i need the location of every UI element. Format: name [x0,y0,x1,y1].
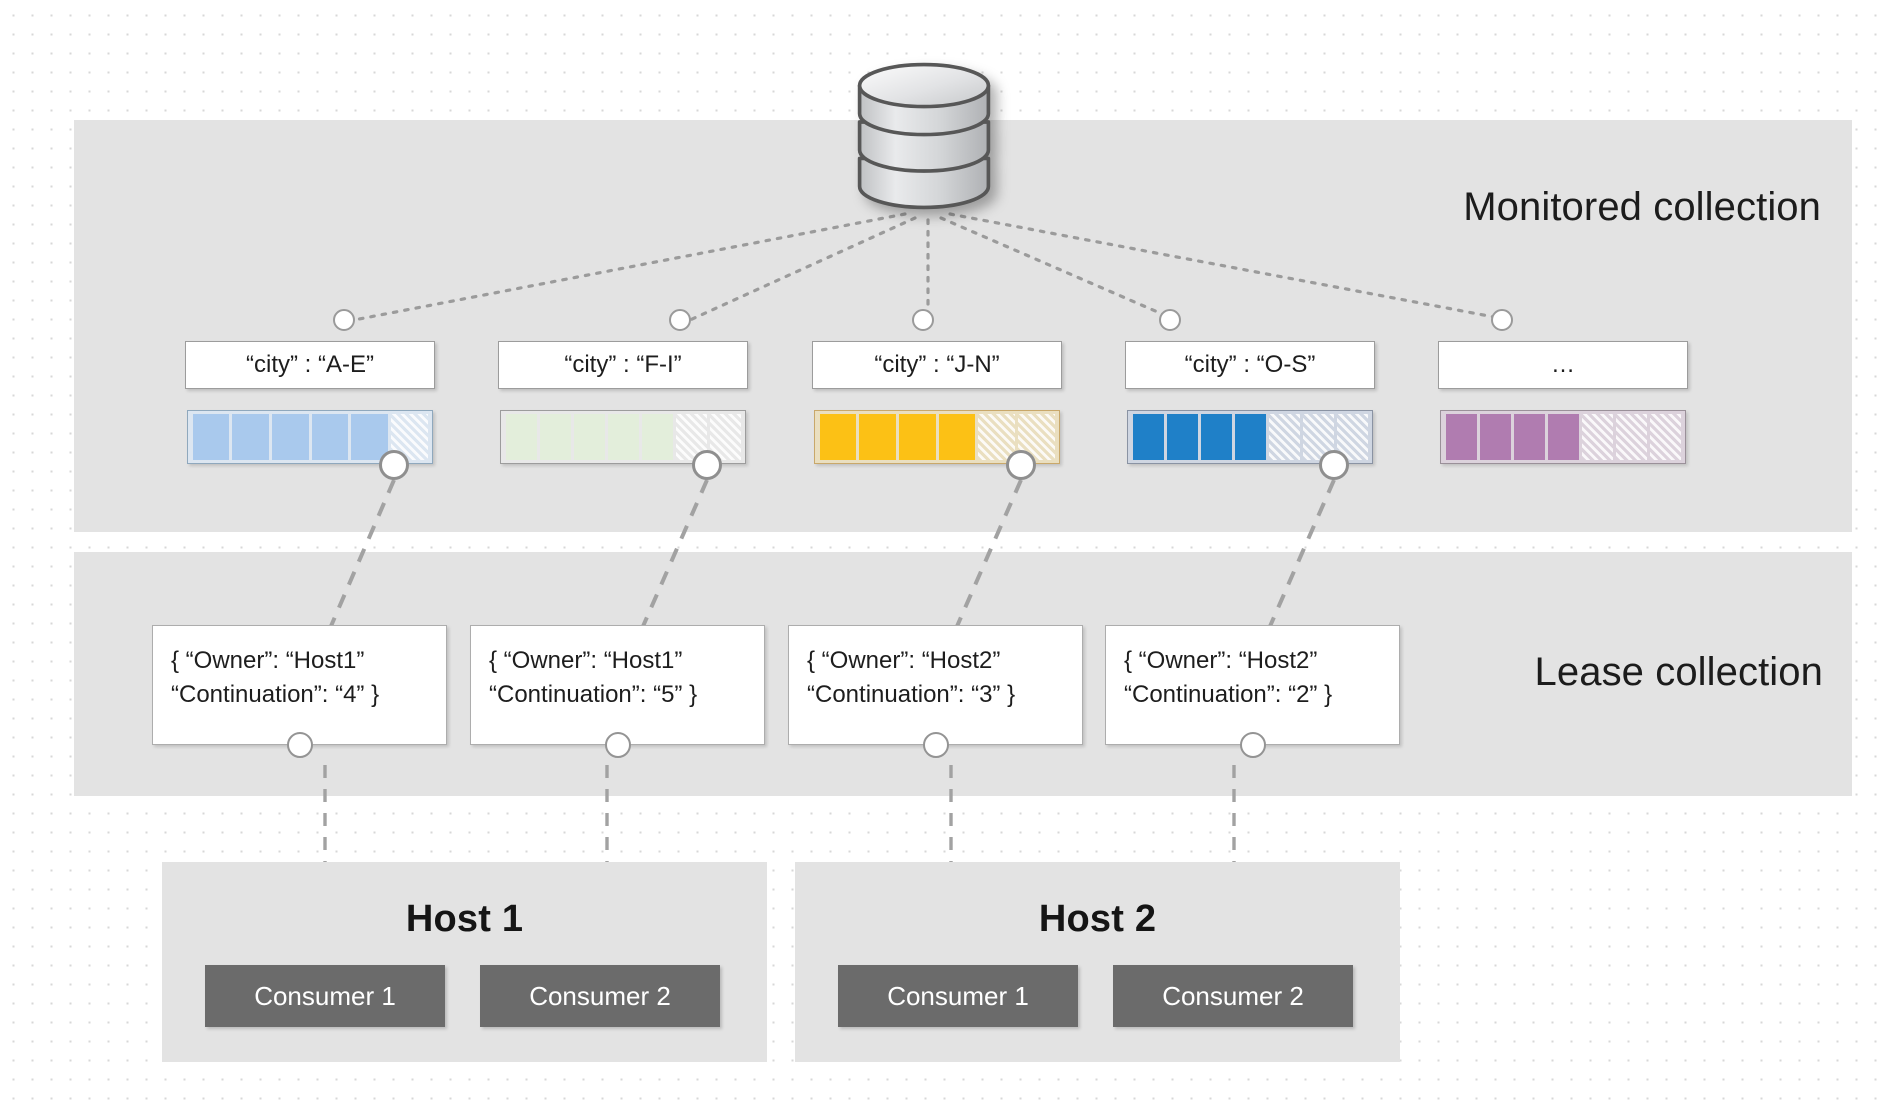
partition-progress-bar-5 [1440,410,1686,464]
host-panel-1: Host 1 [162,862,767,1062]
partition-fan-node-3 [912,309,934,331]
host-panel-2: Host 2 [795,862,1400,1062]
bar-segment-filled [351,414,388,460]
partition-lease-link-node-1 [379,450,409,480]
partition-lease-link-node-2 [692,450,722,480]
bar-segment-filled [192,414,230,460]
bar-segment-filled [898,414,936,460]
bar-segment-filled [1479,414,1511,460]
partition-fan-node-1 [333,309,355,331]
partition-lease-link-node-4 [1319,450,1349,480]
partition-lease-link-node-3 [1006,450,1036,480]
partition-fan-node-2 [669,309,691,331]
lease-consumer-link-node-2 [604,732,631,758]
bar-segment-hatched [978,414,1015,460]
lease-document-4[interactable]: { “Owner”: “Host2” “Continuation”: “2” } [1105,625,1400,745]
lease-consumer-link-node-1 [286,732,313,758]
lease-consumer-link-node-3 [922,732,949,758]
partition-fan-node-5 [1491,309,1513,331]
consumer-box-host1-2[interactable]: Consumer 2 [480,965,720,1027]
bar-segment-filled [1132,414,1164,460]
lease-collection-title: Lease collection [1534,650,1823,694]
bar-segment-filled [819,414,857,460]
host-title-1: Host 1 [405,898,524,940]
consumer-box-host2-1[interactable]: Consumer 1 [838,965,1078,1027]
bar-segment-filled [607,414,639,460]
bar-segment-filled [505,414,537,460]
consumer-box-host1-1[interactable]: Consumer 1 [205,965,445,1027]
bar-segment-filled [859,414,896,460]
bar-segment-filled [1547,414,1579,460]
lease-document-2[interactable]: { “Owner”: “Host1” “Continuation”: “5” } [470,625,765,745]
bar-segment-filled [1234,414,1266,460]
bar-segment-filled [938,414,976,460]
diagram-stage: Monitored collection Lease collection “c… [0,0,1881,1105]
lease-document-1[interactable]: { “Owner”: “Host1” “Continuation”: “4” } [152,625,447,745]
partition-key-box-2[interactable]: “city” : “F-I” [498,341,748,389]
host-title-2: Host 2 [1038,898,1157,940]
partition-key-box-1[interactable]: “city” : “A-E” [185,341,435,389]
bar-segment-hatched [1268,414,1300,460]
bar-segment-hatched [1615,414,1647,460]
bar-segment-filled [539,414,571,460]
bar-segment-filled [1445,414,1477,460]
monitored-collection-title: Monitored collection [1463,185,1821,229]
bar-segment-filled [271,414,309,460]
database-cylinder-icon [840,52,1008,220]
bar-segment-filled [573,414,605,460]
partition-key-box-4[interactable]: “city” : “O-S” [1125,341,1375,389]
bar-segment-hatched [1581,414,1613,460]
partition-fan-node-4 [1159,309,1181,331]
bar-segment-filled [1200,414,1232,460]
bar-segment-filled [1513,414,1545,460]
lease-document-3[interactable]: { “Owner”: “Host2” “Continuation”: “3” } [788,625,1083,745]
partition-key-box-5[interactable]: … [1438,341,1688,389]
bar-segment-hatched [1649,414,1681,460]
bar-segment-filled [1166,414,1198,460]
partition-key-box-3[interactable]: “city” : “J-N” [812,341,1062,389]
bar-segment-filled [641,414,673,460]
consumer-box-host2-2[interactable]: Consumer 2 [1113,965,1353,1027]
bar-segment-filled [311,414,349,460]
lease-consumer-link-node-4 [1239,732,1266,758]
bar-segment-filled [232,414,269,460]
